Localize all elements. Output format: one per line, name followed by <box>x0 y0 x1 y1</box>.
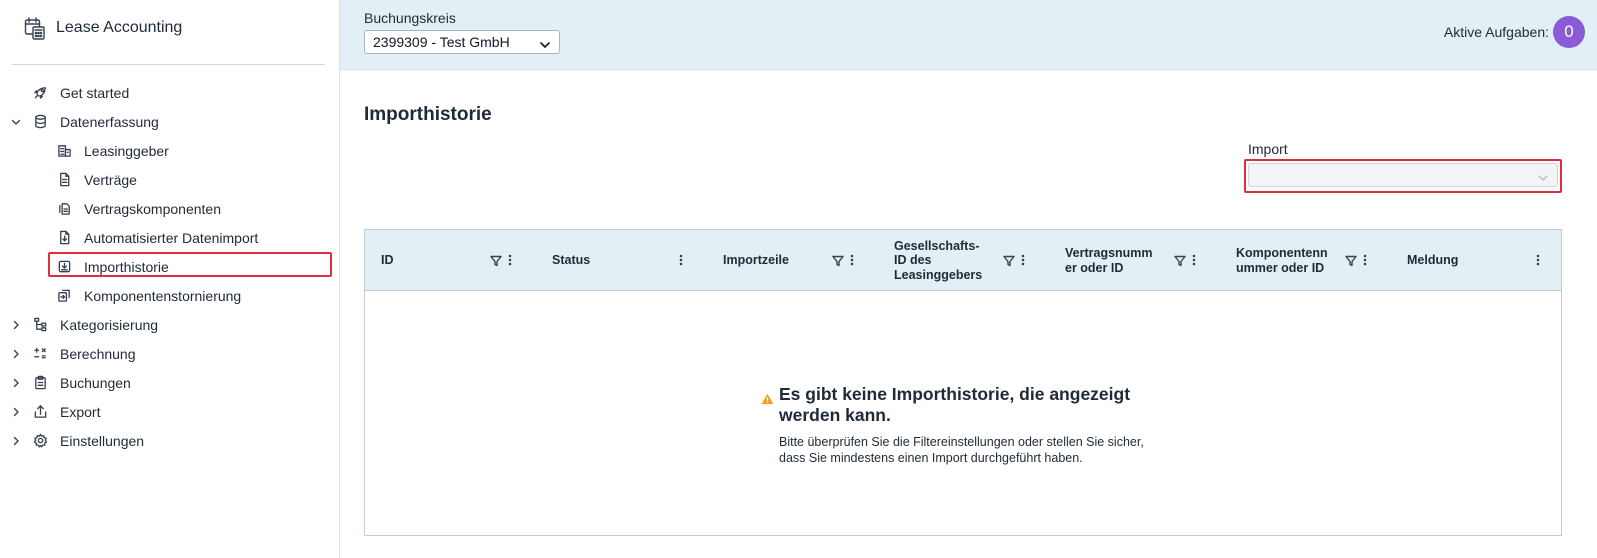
sidebar-item-label: Importhistorie <box>84 258 169 275</box>
buchungskreis-select[interactable]: 2399309 - Test GmbH <box>364 30 560 54</box>
sidebar-item-label: Vertragskomponenten <box>84 200 221 217</box>
chevron-down-icon <box>539 37 551 53</box>
active-tasks[interactable]: Aktive Aufgaben: 0 <box>1444 16 1585 48</box>
column-header-importzeile[interactable]: Importzeile <box>723 230 878 291</box>
sidebar-item-label: Verträge <box>84 171 137 188</box>
empty-state-text: Bitte überprüfen Sie die Filtereinstellu… <box>779 435 1144 465</box>
file-import-icon <box>56 230 72 246</box>
more-vertical-icon[interactable] <box>1536 253 1540 272</box>
sidebar: Lease Accounting Get started Datenerfass… <box>0 0 340 558</box>
sidebar-item-einstellungen[interactable]: Einstellungen <box>0 426 340 455</box>
table-header: ID Status Importzeile Gesellschafts-ID d… <box>365 230 1561 291</box>
empty-state-title: Es gibt keine Importhistorie, die angeze… <box>779 384 1131 425</box>
swap-icon <box>56 288 72 304</box>
sidebar-item-export[interactable]: Export <box>0 397 340 426</box>
upload-icon <box>32 404 48 420</box>
chevron-down-icon[interactable] <box>10 116 22 128</box>
column-header-label: Importzeile <box>723 253 789 268</box>
chevron-right-icon[interactable] <box>10 348 22 360</box>
column-header-id[interactable]: ID <box>381 230 536 291</box>
topbar: Buchungskreis 2399309 - Test GmbH Aktive… <box>340 0 1597 71</box>
brand[interactable]: Lease Accounting <box>24 16 182 40</box>
sidebar-divider <box>12 64 325 65</box>
chevron-down-icon <box>1537 170 1549 188</box>
sidebar-item-automatisierter-datenimport[interactable]: Automatisierter Datenimport <box>0 223 340 252</box>
download-box-icon <box>56 259 72 275</box>
rocket-icon <box>32 85 48 101</box>
sidebar-item-berechnung[interactable]: Berechnung <box>0 339 340 368</box>
sidebar-item-get-started[interactable]: Get started <box>0 78 340 107</box>
sidebar-item-vertraege[interactable]: Verträge <box>0 165 340 194</box>
more-vertical-icon[interactable] <box>508 253 512 272</box>
sidebar-item-label: Export <box>60 403 101 420</box>
import-select[interactable] <box>1248 163 1558 187</box>
main-content: Buchungskreis 2399309 - Test GmbH Aktive… <box>340 0 1597 558</box>
column-header-label: ID <box>381 253 394 268</box>
filter-icon[interactable] <box>1003 254 1015 272</box>
sidebar-item-datenerfassung[interactable]: Datenerfassung <box>0 107 340 136</box>
column-header-komponentennummer[interactable]: Komponentennummer oder ID <box>1236 230 1391 291</box>
filter-icon[interactable] <box>832 254 844 272</box>
column-header-meldung[interactable]: Meldung <box>1407 230 1557 291</box>
sidebar-item-label: Automatisierter Datenimport <box>84 229 259 246</box>
app: Lease Accounting Get started Datenerfass… <box>0 0 1597 558</box>
column-header-label: Meldung <box>1407 253 1459 268</box>
sidebar-item-label: Leasinggeber <box>84 142 169 159</box>
sidebar-item-label: Buchungen <box>60 374 131 391</box>
buchungskreis-label: Buchungskreis <box>364 10 456 26</box>
active-tasks-label: Aktive Aufgaben: <box>1443 24 1549 40</box>
import-history-table: ID Status Importzeile Gesellschafts-ID d… <box>364 229 1562 536</box>
database-icon <box>32 114 48 130</box>
chevron-right-icon[interactable] <box>10 435 22 447</box>
calendar-calculator-icon <box>24 16 46 40</box>
active-tasks-badge[interactable]: 0 <box>1553 16 1585 48</box>
chevron-right-icon[interactable] <box>10 377 22 389</box>
building-icon <box>56 143 72 159</box>
column-header-gesellschafts-id[interactable]: Gesellschafts-ID des Leasinggebers <box>894 230 1049 291</box>
column-header-vertragsnummer[interactable]: Vertragsnummer oder ID <box>1065 230 1220 291</box>
chevron-right-icon[interactable] <box>10 319 22 331</box>
sidebar-item-leasinggeber[interactable]: Leasinggeber <box>0 136 340 165</box>
page-title: Importhistorie <box>364 104 492 125</box>
sidebar-item-vertragskomponenten[interactable]: Vertragskomponenten <box>0 194 340 223</box>
column-header-label: Gesellschafts-ID des Leasinggebers <box>894 238 983 282</box>
column-header-label: Vertragsnummer oder ID <box>1065 246 1153 275</box>
calculator-icon <box>32 346 48 362</box>
column-header-label: Komponentennummer oder ID <box>1236 246 1328 275</box>
warning-icon <box>761 392 774 410</box>
sidebar-item-komponentenstornierung[interactable]: Komponentenstornierung <box>0 281 340 310</box>
more-vertical-icon[interactable] <box>1363 253 1367 272</box>
document-icon <box>56 172 72 188</box>
filter-icon[interactable] <box>1174 254 1186 272</box>
more-vertical-icon[interactable] <box>1192 253 1196 272</box>
column-header-status[interactable]: Status <box>552 230 707 291</box>
filter-icon[interactable] <box>1345 254 1357 272</box>
sidebar-item-label: Einstellungen <box>60 432 145 449</box>
import-label: Import <box>1248 141 1288 157</box>
gear-icon <box>32 433 48 449</box>
buchungskreis-value: 2399309 - Test GmbH <box>373 34 510 50</box>
sidebar-item-importhistorie[interactable]: Importhistorie <box>0 252 340 281</box>
chevron-right-icon[interactable] <box>10 406 22 418</box>
filter-icon[interactable] <box>490 254 502 272</box>
sidebar-item-label: Get started <box>60 84 130 101</box>
more-vertical-icon[interactable] <box>679 253 683 272</box>
sidebar-item-label: Komponentenstornierung <box>84 287 242 304</box>
sidebar-item-buchungen[interactable]: Buchungen <box>0 368 340 397</box>
more-vertical-icon[interactable] <box>1021 253 1025 272</box>
column-header-label: Status <box>552 253 591 268</box>
more-vertical-icon[interactable] <box>850 253 854 272</box>
clipboard-icon <box>32 375 48 391</box>
sidebar-item-label: Kategorisierung <box>60 316 159 333</box>
sidebar-item-label: Berechnung <box>60 345 136 362</box>
app-title: Lease Accounting <box>56 19 183 36</box>
sidebar-item-kategorisierung[interactable]: Kategorisierung <box>0 310 340 339</box>
sidebar-nav: Get started Datenerfassung Leasinggeber … <box>0 78 340 455</box>
hierarchy-icon <box>32 317 48 333</box>
sidebar-item-label: Datenerfassung <box>60 113 159 130</box>
documents-icon <box>56 201 72 217</box>
